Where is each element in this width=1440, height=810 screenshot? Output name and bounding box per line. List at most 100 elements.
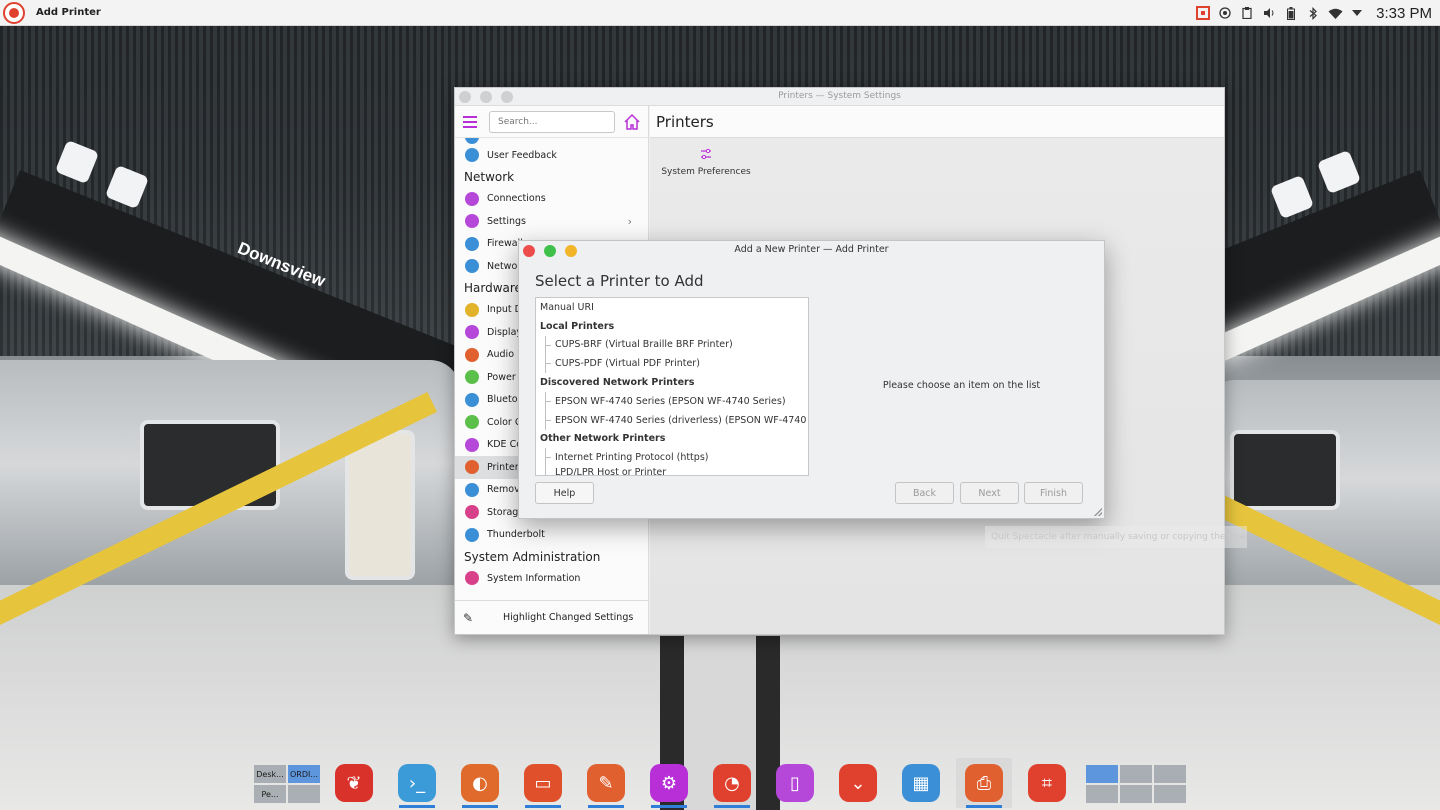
dock: Desk... ORDI... Pe... ❦ ›_ ◐ ▭ ✎ ⚙ ◔ ▯ ⌄ ▦ ⎙ ⌗ <box>0 756 1440 810</box>
folder-icon: ▭ <box>524 764 562 802</box>
dock-app-settings[interactable]: ⚙ <box>641 758 697 808</box>
wallpaper-train-door <box>345 430 415 580</box>
search-input[interactable] <box>489 110 615 133</box>
printer-list-item[interactable]: CUPS-PDF (Virtual PDF Printer) <box>536 354 808 373</box>
printer-list-item[interactable]: Manual URI <box>536 298 808 317</box>
globe-settings-icon <box>465 214 479 229</box>
sidebar-item-label: Input D <box>487 304 522 316</box>
settings-titlebar[interactable]: Printers — System Settings <box>455 88 1224 106</box>
pager-desktop-1[interactable]: Desk... <box>254 765 286 783</box>
updates-icon[interactable] <box>1214 0 1236 26</box>
printer-list-group: Other Network Printers <box>540 433 666 445</box>
pager-right[interactable] <box>1085 764 1187 804</box>
printer-icon: ⎙ <box>965 764 1003 802</box>
sidebar-item-connections[interactable]: Connections <box>455 188 648 211</box>
display-icon <box>465 325 479 340</box>
shield-icon <box>465 236 479 251</box>
battery-icon[interactable] <box>1280 0 1302 26</box>
pager-right-4[interactable] <box>1086 785 1118 803</box>
sidebar-item-label: Display <box>487 326 523 338</box>
running-indicator <box>399 805 435 808</box>
printer-list-item[interactable]: Internet Printing Protocol (https) <box>536 448 808 467</box>
volume-icon[interactable] <box>1258 0 1280 26</box>
info-icon <box>465 571 479 586</box>
sidebar-item-settings[interactable]: Settings › <box>455 210 648 233</box>
bluetooth-icon <box>465 392 479 407</box>
dock-app-phone[interactable]: ▯ <box>767 758 823 808</box>
running-indicator <box>588 805 624 808</box>
network-grid-icon[interactable] <box>1192 0 1214 26</box>
sidebar-toolbar <box>455 106 648 138</box>
printer-list-item[interactable]: EPSON WF-4740 Series (driverless) (EPSON… <box>536 410 808 430</box>
dock-app-notes[interactable]: ✎ <box>578 758 634 808</box>
pager-left[interactable]: Desk... ORDI... Pe... <box>253 764 323 804</box>
pager-right-5[interactable] <box>1120 785 1152 803</box>
pager-right-6[interactable] <box>1154 785 1186 803</box>
help-button[interactable]: Help <box>535 482 594 504</box>
pager-desktop-2[interactable]: ORDI... <box>288 765 320 783</box>
dock-app-folder[interactable]: ▭ <box>515 758 571 808</box>
running-indicator <box>651 805 687 808</box>
dock-app-media[interactable]: ◔ <box>704 758 760 808</box>
browser-icon: ◐ <box>461 764 499 802</box>
printer-list-group: Local Printers <box>540 320 615 332</box>
home-icon[interactable] <box>623 113 641 131</box>
pager-right-2[interactable] <box>1120 765 1152 783</box>
phone-icon: ▯ <box>776 764 814 802</box>
dock-app-monitor[interactable]: ▦ <box>893 758 949 808</box>
finish-button[interactable]: Finish <box>1024 482 1083 504</box>
active-window-title: Add Printer <box>36 7 101 18</box>
dock-app-browser[interactable]: ◐ <box>452 758 508 808</box>
printer-list-item[interactable]: EPSON WF-4740 Series (EPSON WF-4740 Seri… <box>536 391 808 411</box>
sidebar-item-label: Blueto <box>487 394 518 406</box>
dock-app-download[interactable]: ⌄ <box>830 758 886 808</box>
pager-right-1[interactable] <box>1086 765 1118 783</box>
sidebar-item-label: Settings <box>487 215 526 227</box>
sidebar-item-system-information[interactable]: System Information <box>455 567 648 590</box>
selection-hint: Please choose an item on the list <box>882 380 1041 391</box>
app-launcher-icon[interactable] <box>3 1 25 24</box>
printer-list-item[interactable]: LPD/LPR Host or Printer <box>536 467 808 475</box>
wifi-icon[interactable] <box>1324 0 1346 26</box>
wallpaper-train-window-right <box>1230 430 1340 510</box>
resize-grip-icon[interactable] <box>1094 508 1102 516</box>
notes-icon: ✎ <box>587 764 625 802</box>
printer-list-item[interactable]: CUPS-BRF (Virtual Braille BRF Printer) <box>536 335 808 355</box>
bluetooth-icon[interactable] <box>1302 0 1324 26</box>
pager-desktop-3[interactable]: Pe... <box>254 785 286 803</box>
color-icon <box>465 415 479 430</box>
kde-connect-icon <box>465 437 479 452</box>
pager-desktop-4[interactable] <box>288 785 320 803</box>
highlight-changed-settings-button[interactable]: ✎ Highlight Changed Settings <box>455 600 648 634</box>
clock[interactable]: 3:33 PM <box>1376 5 1432 22</box>
expand-tray-icon[interactable] <box>1346 0 1368 26</box>
sidebar-item-label: User Feedback <box>487 149 557 161</box>
highlight-changed-settings-label: Highlight Changed Settings <box>503 612 634 623</box>
system-preferences-button[interactable]: System Preferences <box>658 148 754 177</box>
clipboard-icon[interactable] <box>1236 0 1258 26</box>
hamburger-menu-icon[interactable] <box>463 115 477 128</box>
sidebar-item-thunderbolt[interactable]: Thunderbolt <box>455 524 648 547</box>
next-button[interactable]: Next <box>960 482 1019 504</box>
sidebar-item-user-feedback[interactable]: User Feedback <box>455 144 648 167</box>
network-icon <box>465 259 479 274</box>
dock-app-crop[interactable]: ⌗ <box>1019 758 1075 808</box>
dock-app-bird-app[interactable]: ❦ <box>326 758 382 808</box>
sliders-icon <box>700 148 712 160</box>
dock-app-terminal[interactable]: ›_ <box>389 758 445 808</box>
running-indicator <box>525 805 561 808</box>
dialog-title: Add a New Printer — Add Printer <box>734 244 889 255</box>
crop-icon: ⌗ <box>1028 764 1066 802</box>
pager-right-3[interactable] <box>1154 765 1186 783</box>
printer-list[interactable]: Manual URI Local Printers CUPS-BRF (Virtua… <box>535 297 809 476</box>
sidebar-header-network: Network <box>464 170 515 184</box>
feedback-icon <box>465 148 479 163</box>
back-button[interactable]: Back <box>895 482 954 504</box>
wallpaper-train-left <box>0 360 460 590</box>
globe-icon <box>465 191 479 206</box>
sidebar-item-label: Connections <box>487 193 546 205</box>
dialog-titlebar[interactable]: Add a New Printer — Add Printer <box>519 241 1104 261</box>
sidebar-item-label: System Information <box>487 572 581 584</box>
system-tray: 3:33 PM <box>1192 0 1440 26</box>
dock-app-printer[interactable]: ⎙ <box>956 758 1012 808</box>
